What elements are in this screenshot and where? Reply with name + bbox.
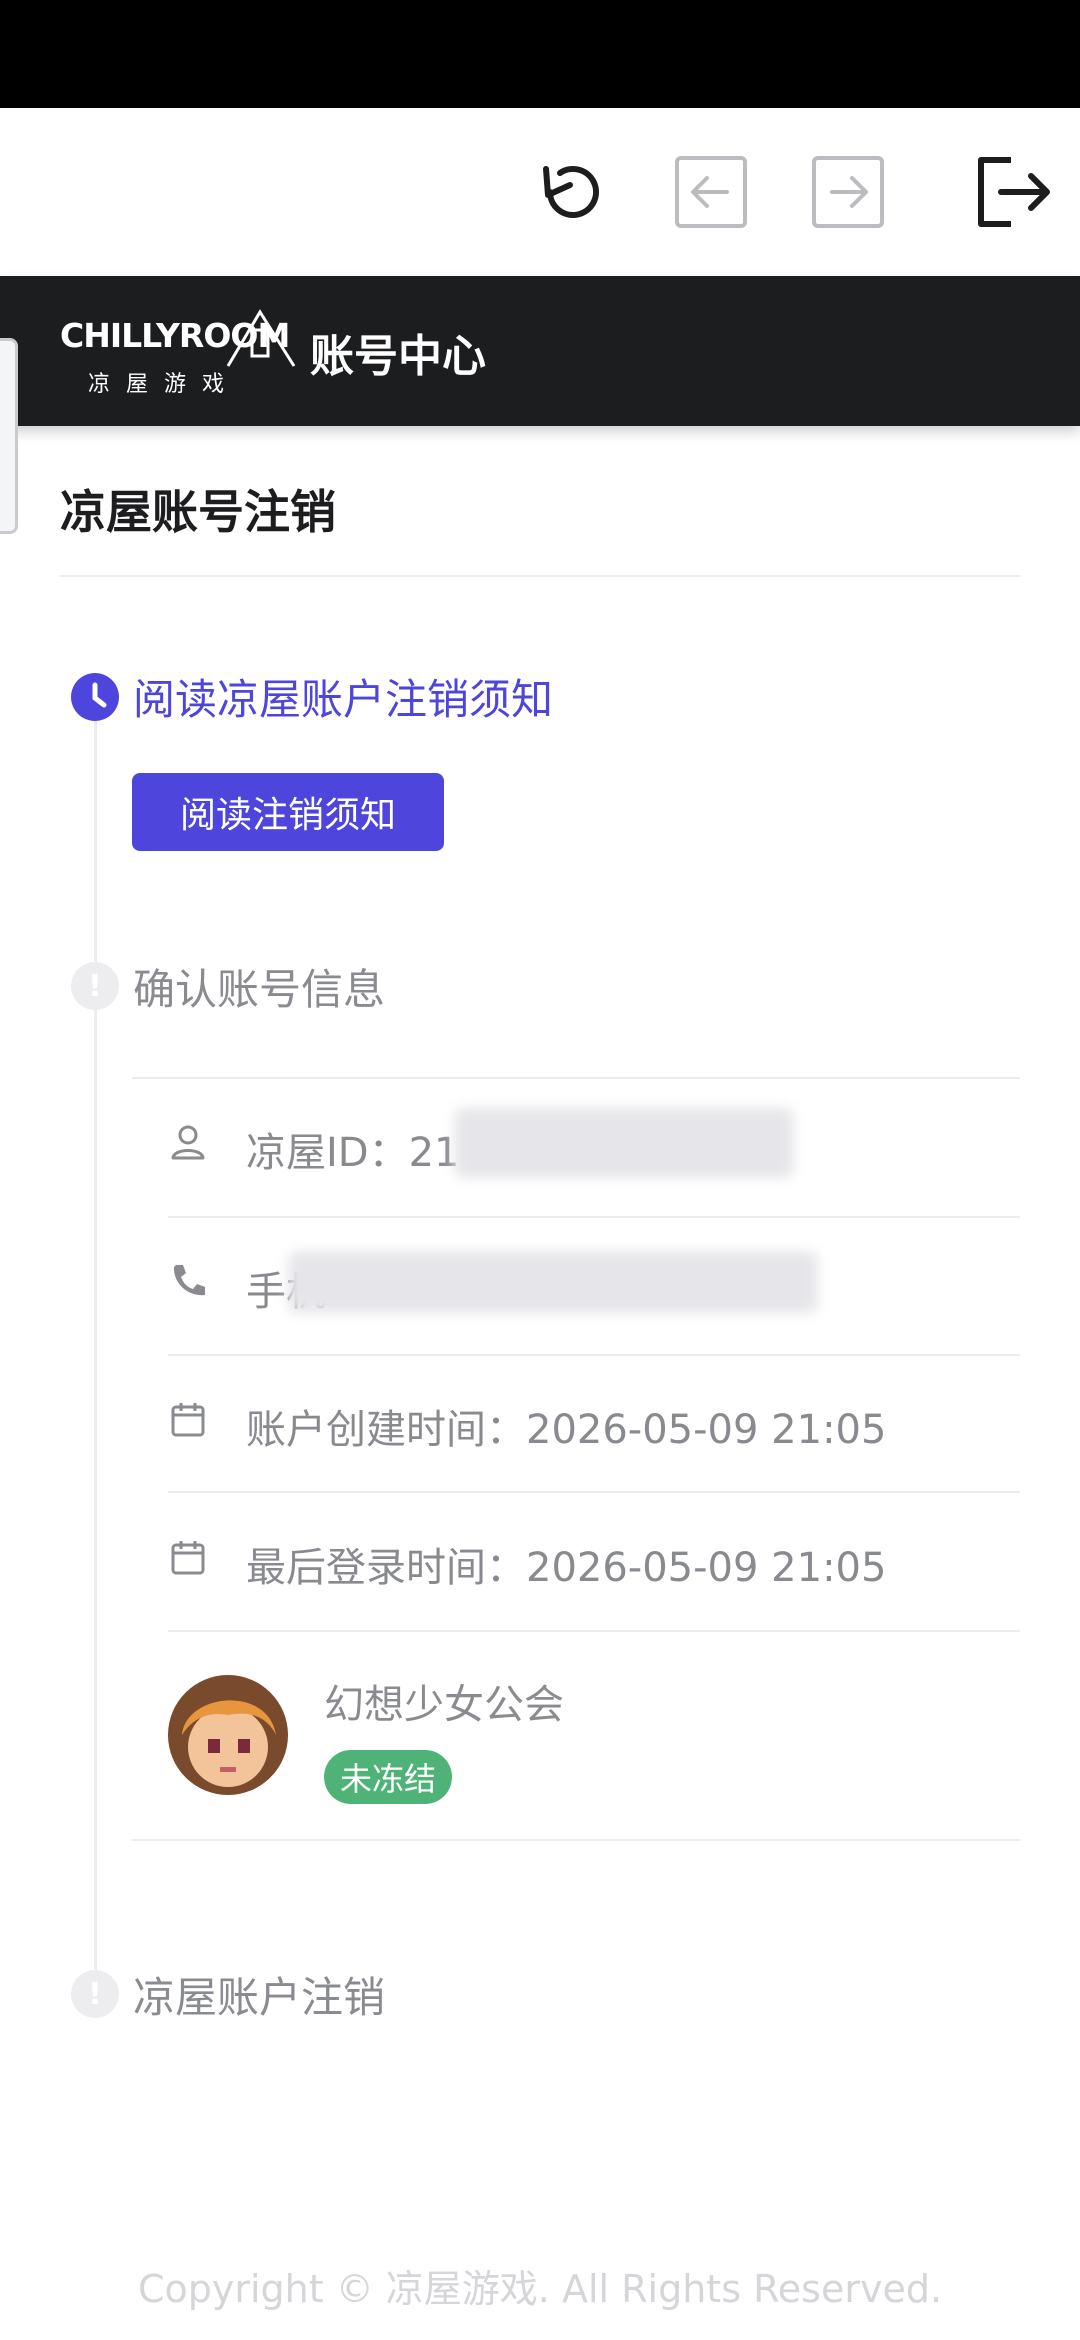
arrow-left-icon xyxy=(675,156,747,228)
chillyroom-logo[interactable]: CHILLYROOM 凉屋游戏 xyxy=(58,306,296,398)
divider xyxy=(168,1630,1020,1632)
read-notice-button[interactable]: 阅读注销须知 xyxy=(132,773,444,851)
exit-button[interactable] xyxy=(957,108,1067,276)
pending-icon: ! xyxy=(71,962,119,1010)
divider xyxy=(60,575,1020,577)
pagoda-icon xyxy=(226,309,296,367)
redacted-value xyxy=(288,1251,818,1313)
site-header: CHILLYROOM 凉屋游戏 账号中心 xyxy=(0,276,1080,426)
user-icon xyxy=(171,1125,205,1160)
created-time: 账户创建时间：2026-05-09 21:05 xyxy=(246,1407,887,1453)
account-id: 凉屋ID：21 xyxy=(246,1130,460,1176)
avatar xyxy=(168,1675,288,1795)
logo-subtext: 凉屋游戏 xyxy=(88,372,241,397)
clock-icon xyxy=(71,673,119,721)
last-login-time: 最后登录时间：2026-05-09 21:05 xyxy=(246,1545,887,1591)
footer-copyright: Copyright © 凉屋游戏. All Rights Reserved. xyxy=(137,2267,943,2311)
info-row-phone: 手机 xyxy=(168,1217,1020,1355)
status-bar xyxy=(0,0,1080,108)
logout-icon xyxy=(978,157,1050,227)
step-1-title: 阅读凉屋账户注销须知 xyxy=(133,675,554,724)
calendar-icon xyxy=(171,1403,205,1437)
info-row-created: 账户创建时间：2026-05-09 21:05 xyxy=(168,1355,1020,1493)
side-handle[interactable] xyxy=(0,338,18,534)
step-2-title: 确认账号信息 xyxy=(133,965,386,1014)
redacted-value xyxy=(454,1108,794,1178)
forward-button[interactable] xyxy=(793,108,903,276)
info-row-id: 凉屋ID：21 xyxy=(168,1078,1020,1216)
refresh-button[interactable] xyxy=(518,108,628,276)
pending-icon: ! xyxy=(71,1970,119,2018)
arrow-right-icon xyxy=(812,156,884,228)
back-button[interactable] xyxy=(656,108,766,276)
phone-icon xyxy=(173,1265,205,1296)
step-3-title: 凉屋账户注销 xyxy=(133,1973,386,2022)
calendar-icon xyxy=(171,1541,205,1575)
header-title: 账号中心 xyxy=(310,331,486,382)
refresh-icon xyxy=(543,166,599,218)
page-title: 凉屋账号注销 xyxy=(60,485,336,539)
status-badge: 未冻结 xyxy=(324,1750,453,1804)
browser-toolbar xyxy=(0,108,1080,276)
divider xyxy=(132,1839,1020,1841)
info-row-last-login: 最后登录时间：2026-05-09 21:05 xyxy=(168,1493,1020,1631)
timeline-line xyxy=(94,720,97,1990)
guild-name: 幻想少女公会 xyxy=(324,1682,564,1728)
